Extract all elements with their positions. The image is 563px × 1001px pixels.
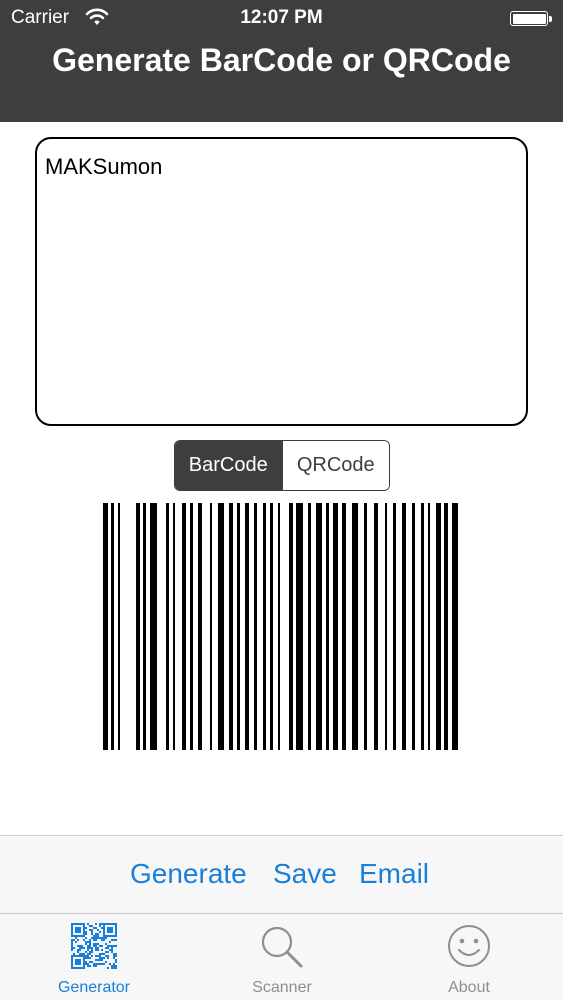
barcode-bar (245, 503, 249, 750)
tab-bar: Generator Scanner About (0, 913, 563, 1000)
barcode-bar (150, 503, 157, 750)
tab-about-label: About (448, 979, 490, 996)
barcode-bar (103, 503, 108, 750)
tab-scanner-label: Scanner (252, 979, 312, 996)
code-type-segmented-control[interactable]: BarCode QRCode (174, 440, 390, 491)
barcode-bar (278, 503, 280, 750)
barcode-image (103, 503, 458, 750)
smiley-icon (448, 925, 490, 967)
action-toolbar: Generate Save Email (0, 835, 563, 913)
barcode-bar (452, 503, 458, 750)
barcode-bar (342, 503, 346, 750)
save-button[interactable]: Save (273, 858, 337, 890)
qr-code-icon (71, 923, 117, 969)
barcode-bar (182, 503, 186, 750)
battery-icon (510, 11, 552, 26)
page-title: Generate BarCode or QRCode (52, 42, 511, 78)
barcode-bar (218, 503, 224, 750)
barcode-bar (254, 503, 257, 750)
status-time: 12:07 PM (240, 7, 323, 28)
barcode-bar (237, 503, 240, 750)
barcode-bar (111, 503, 114, 750)
tab-about[interactable]: About (375, 914, 563, 1001)
barcode-bar (210, 503, 212, 750)
barcode-bar (289, 503, 293, 750)
magnifier-icon (261, 926, 303, 968)
barcode-bar (198, 503, 202, 750)
segment-barcode[interactable]: BarCode (175, 441, 282, 490)
barcode-bar (393, 503, 396, 750)
barcode-bar (118, 503, 120, 750)
barcode-bar (374, 503, 378, 750)
tab-scanner[interactable]: Scanner (188, 914, 376, 1001)
tab-generator[interactable]: Generator (0, 914, 188, 1001)
barcode-bar (333, 503, 338, 750)
barcode-bar (352, 503, 358, 750)
barcode-bar (270, 503, 273, 750)
barcode-bar (316, 503, 322, 750)
barcode-bar (229, 503, 233, 750)
barcode-bar (308, 503, 311, 750)
barcode-bar (402, 503, 406, 750)
barcode-bar (436, 503, 441, 750)
barcode-bar (296, 503, 303, 750)
barcode-bar (166, 503, 169, 750)
email-button[interactable]: Email (359, 858, 429, 890)
barcode-bar (412, 503, 415, 750)
barcode-bar (326, 503, 329, 750)
text-input-area[interactable]: MAKSumon (35, 137, 528, 426)
barcode-bar (263, 503, 266, 750)
barcode-bar (444, 503, 448, 750)
barcode-bar (136, 503, 140, 750)
barcode-bar (143, 503, 146, 750)
barcode-bar (364, 503, 367, 750)
status-bar: Carrier 12:07 PM (0, 0, 563, 38)
barcode-bar (428, 503, 430, 750)
header: Carrier 12:07 PM Generate BarCode or QRC… (0, 0, 563, 122)
segment-qrcode[interactable]: QRCode (281, 441, 389, 490)
barcode-bar (385, 503, 387, 750)
generate-button[interactable]: Generate (130, 858, 247, 890)
barcode-bar (421, 503, 424, 750)
barcode-bar (190, 503, 193, 750)
barcode-bar (173, 503, 175, 750)
tab-generator-label: Generator (57, 979, 131, 996)
